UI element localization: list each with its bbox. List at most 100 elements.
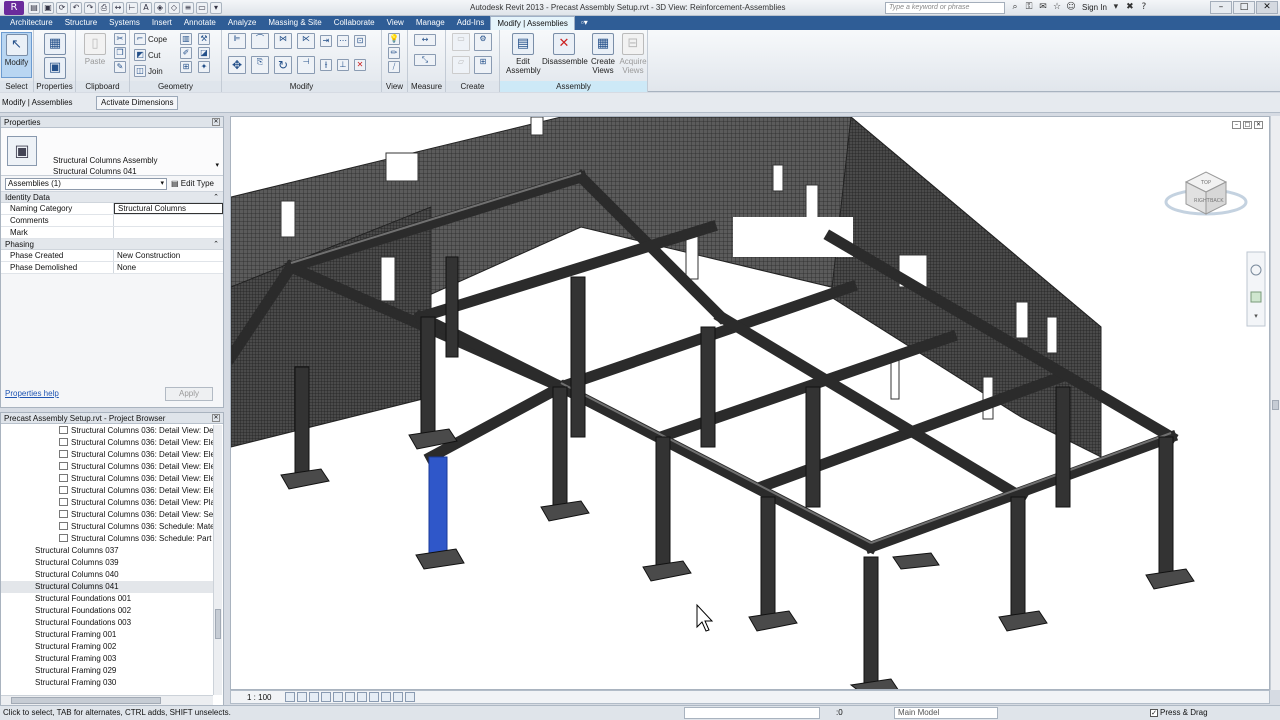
subscription-icon[interactable]: ⚿: [1024, 2, 1034, 13]
scroll-thumb[interactable]: [11, 697, 161, 704]
browser-item[interactable]: Structural Columns 036: Detail View: De: [1, 425, 213, 437]
press-drag-toggle[interactable]: ✓ Press & Drag: [1150, 708, 1208, 717]
chevron-down-icon[interactable]: ▾: [1111, 2, 1121, 13]
browser-item[interactable]: Structural Framing 029: [1, 665, 213, 677]
wall-joins-icon[interactable]: ⊞: [180, 61, 192, 73]
modify-button[interactable]: ↖ Modify: [1, 32, 32, 78]
collapse-icon[interactable]: ⌃: [213, 192, 219, 203]
detail-level-icon[interactable]: [285, 692, 295, 702]
properties-help-link[interactable]: Properties help: [5, 389, 59, 398]
browser-item[interactable]: Structural Framing 030: [1, 677, 213, 689]
panel-title[interactable]: Measure: [408, 81, 445, 92]
view-scale[interactable]: 1 : 100: [247, 692, 271, 703]
user-icon[interactable]: ☺: [1066, 2, 1076, 13]
visual-style-icon[interactable]: [297, 692, 307, 702]
rotate-icon[interactable]: ↻: [274, 56, 292, 74]
switch-windows-icon[interactable]: ▾: [210, 2, 222, 14]
tab-systems[interactable]: Systems: [103, 16, 146, 30]
selected-assembly-column[interactable]: [415, 456, 465, 570]
browser-item[interactable]: Structural Columns 036: Detail View: Ele: [1, 449, 213, 461]
mirror-axis-icon[interactable]: ⋈: [274, 33, 292, 49]
property-value[interactable]: Structural Columns: [114, 203, 223, 214]
restore-view-button[interactable]: □: [1243, 121, 1252, 129]
panel-title[interactable]: Assembly: [500, 81, 647, 92]
hide-icon[interactable]: 💡: [388, 33, 400, 45]
measure-icon[interactable]: ↔: [112, 2, 124, 14]
property-value[interactable]: None: [114, 262, 223, 273]
tab-manage[interactable]: Manage: [410, 16, 451, 30]
demolish-icon[interactable]: ⚒: [198, 33, 210, 45]
structure-model[interactable]: TOP RIGHT BACK ▾: [231, 117, 1270, 690]
browser-item[interactable]: Structural Columns 040: [1, 569, 213, 581]
minimize-button[interactable]: –: [1210, 1, 1232, 14]
aligned-dimension-icon[interactable]: ⤡: [414, 54, 436, 66]
scroll-thumb[interactable]: [215, 609, 221, 639]
maximize-button[interactable]: □: [1233, 1, 1255, 14]
paste-button[interactable]: ▯ Paste: [78, 32, 112, 78]
type-selector[interactable]: ▣ Structural Columns Assembly Structural…: [1, 128, 223, 176]
analytical-model-icon[interactable]: [405, 692, 415, 702]
property-value[interactable]: [114, 227, 223, 238]
rendering-icon[interactable]: [333, 692, 343, 702]
tab-structure[interactable]: Structure: [59, 16, 103, 30]
view-vertical-scrollbar[interactable]: [1270, 116, 1280, 690]
save-icon[interactable]: ▣: [42, 2, 54, 14]
scroll-thumb[interactable]: [1272, 400, 1279, 410]
tab-modify-assemblies[interactable]: Modify | Assemblies: [490, 16, 575, 30]
browser-item[interactable]: Structural Columns 039: [1, 557, 213, 569]
shadows-icon[interactable]: [321, 692, 331, 702]
override-icon[interactable]: ✏: [388, 47, 400, 59]
tab-add-ins[interactable]: Add-Ins: [451, 16, 491, 30]
panel-title[interactable]: Geometry: [130, 81, 221, 92]
tab-annotate[interactable]: Annotate: [178, 16, 222, 30]
close-views-icon[interactable]: ▭: [196, 2, 208, 14]
collapse-icon[interactable]: ⌃: [213, 239, 219, 250]
browser-item[interactable]: Structural Columns 036: Detail View: Sec: [1, 509, 213, 521]
3d-view-canvas[interactable]: TOP RIGHT BACK ▾ – □ ✕: [230, 116, 1270, 690]
create-assembly-icon[interactable]: ▭: [452, 33, 470, 51]
browser-item[interactable]: Structural Framing 003: [1, 653, 213, 665]
browser-item[interactable]: Structural Columns 036: Detail View: Pla: [1, 497, 213, 509]
join-tool[interactable]: ◫ Join: [134, 65, 163, 77]
browser-item[interactable]: Structural Columns 036: Detail View: Ele: [1, 473, 213, 485]
viewcube[interactable]: TOP RIGHT BACK: [1164, 171, 1248, 216]
panel-title[interactable]: Select: [0, 81, 33, 92]
browser-horizontal-scrollbar[interactable]: [1, 695, 213, 705]
chevron-down-icon[interactable]: ▾: [215, 161, 219, 169]
linework-icon[interactable]: ⧸: [388, 61, 400, 73]
move-icon[interactable]: ✥: [228, 56, 246, 74]
help-icon[interactable]: ?: [1139, 2, 1149, 13]
close-icon[interactable]: ✕: [212, 118, 220, 126]
communication-icon[interactable]: ✉: [1038, 2, 1048, 13]
panel-title[interactable]: Modify: [222, 81, 381, 92]
browser-item[interactable]: Structural Columns 036: Schedule: Part l: [1, 533, 213, 545]
create-parts-icon[interactable]: ⚙: [474, 33, 492, 51]
design-option-select[interactable]: Main Model: [894, 707, 998, 719]
browser-item[interactable]: Structural Framing 002: [1, 641, 213, 653]
scale-icon[interactable]: ⊡: [354, 35, 366, 47]
lock-view-icon[interactable]: [369, 692, 379, 702]
sun-path-icon[interactable]: [309, 692, 319, 702]
application-menu-button[interactable]: R: [4, 1, 24, 15]
cope-tool[interactable]: ⌐ Cope: [134, 33, 167, 45]
activate-dimensions-button[interactable]: Activate Dimensions: [96, 96, 179, 110]
open-icon[interactable]: ▤: [28, 2, 40, 14]
array-icon[interactable]: ⋯: [337, 35, 349, 47]
match-type-icon[interactable]: ✎: [114, 61, 126, 73]
tab-insert[interactable]: Insert: [146, 16, 178, 30]
redo-icon[interactable]: ↷: [84, 2, 96, 14]
favorites-icon[interactable]: ☆: [1052, 2, 1062, 13]
tab-architecture[interactable]: Architecture: [4, 16, 59, 30]
pin-icon[interactable]: ⊥: [337, 59, 349, 71]
tab-view[interactable]: View: [381, 16, 410, 30]
property-group-header[interactable]: Phasing ⌃: [1, 239, 223, 250]
navigation-bar[interactable]: ▾: [1246, 251, 1266, 327]
temporary-hide-icon[interactable]: [381, 692, 391, 702]
zoom-icon[interactable]: [1250, 291, 1262, 303]
browser-item[interactable]: Structural Framing 001: [1, 629, 213, 641]
dimension-icon[interactable]: ⊢: [126, 2, 138, 14]
workset-select[interactable]: [684, 707, 820, 719]
section-icon[interactable]: ◇: [168, 2, 180, 14]
show-crop-icon[interactable]: [357, 692, 367, 702]
create-views-button[interactable]: ▦ Create Views: [586, 32, 620, 78]
